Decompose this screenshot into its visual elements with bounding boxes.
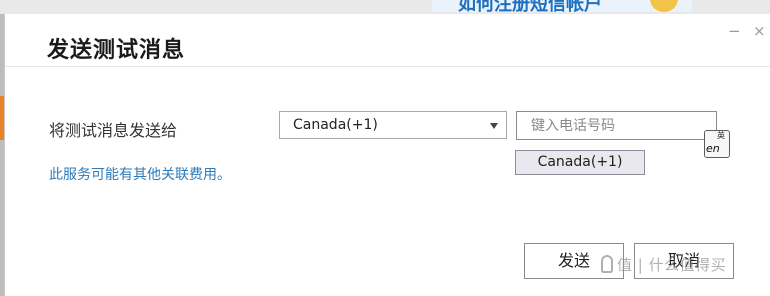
dialog-title: 发送测试消息 (47, 38, 186, 63)
country-suggestion-item[interactable]: Canada(+1) (515, 150, 645, 175)
ime-mode-label: 英 (717, 131, 725, 140)
fee-notice: 此服务可能有其他关联费用。 (49, 167, 231, 183)
title-divider (5, 66, 770, 67)
phone-number-input[interactable] (516, 111, 717, 140)
watermark-text: 值 | 什么值得买 (617, 256, 727, 274)
minimize-icon[interactable]: − (728, 24, 741, 39)
chevron-down-icon (490, 123, 498, 129)
ime-lang-label: en (706, 142, 720, 155)
ime-language-icon[interactable]: 英 en (704, 130, 730, 158)
recipient-label: 将测试消息发送给 (49, 121, 178, 140)
country-code-select[interactable]: Canada(+1) (279, 111, 507, 139)
country-code-value: Canada(+1) (293, 117, 378, 133)
background-ad-text: 如何注册短信帐户 (458, 0, 602, 12)
watermark-logo-icon (601, 255, 613, 273)
send-test-message-dialog: 发送测试消息 − × 将测试消息发送给 Canada(+1) 英 en Cana… (4, 14, 770, 296)
watermark: 值 | 什么值得买 (601, 254, 726, 275)
close-icon[interactable]: × (753, 24, 766, 39)
